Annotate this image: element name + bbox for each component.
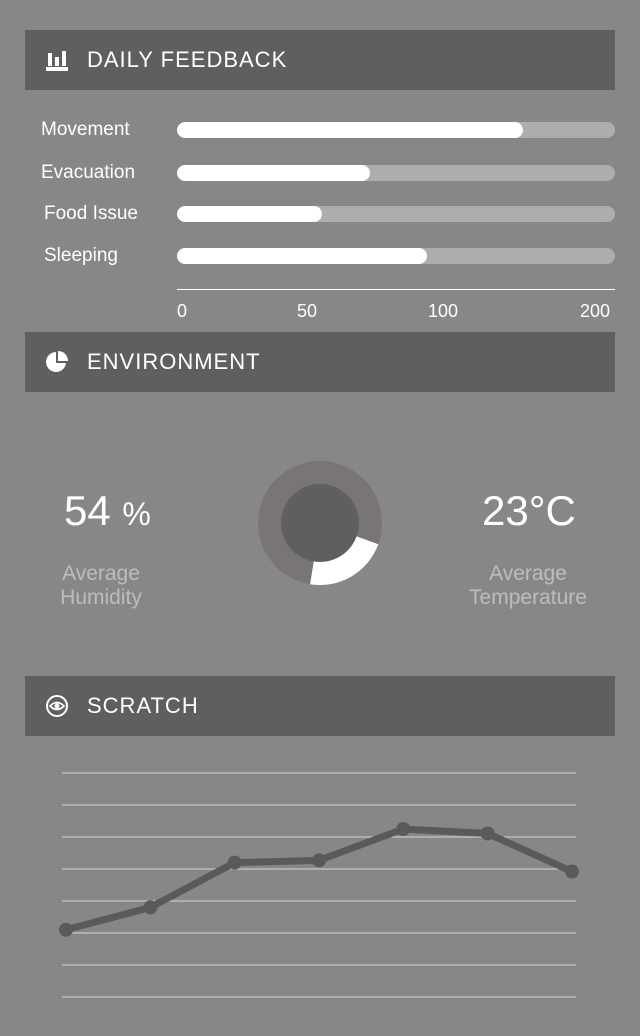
axis-tick-label: 0	[177, 301, 188, 321]
environment-header: ENVIRONMENT	[25, 332, 615, 392]
bar-fill	[177, 206, 322, 222]
humidity-unit: %	[122, 496, 151, 532]
data-point	[480, 826, 495, 841]
axis-tick-label: 50	[297, 301, 318, 321]
temperature-value: 23°C	[482, 487, 576, 534]
data-point	[227, 855, 242, 870]
feedback-row-food-issue: Food Issue	[0, 203, 640, 226]
humidity-value-group: 54 %	[64, 487, 151, 535]
data-point	[565, 864, 579, 879]
feedback-row-evacuation: Evacuation	[0, 162, 640, 185]
axis-tick-label: 100	[428, 301, 459, 321]
bar-chart-icon	[45, 48, 69, 72]
scratch-title: SCRATCH	[87, 693, 199, 718]
bar-label: Evacuation	[41, 162, 136, 183]
bar-fill	[177, 248, 427, 264]
bar-label: Food Issue	[44, 203, 138, 224]
bar-track	[177, 206, 615, 222]
data-point	[143, 900, 158, 915]
bar-track	[177, 122, 615, 138]
feedback-row-movement: Movement	[0, 119, 640, 142]
environment-title: ENVIRONMENT	[87, 349, 261, 374]
humidity-value: 54	[64, 487, 111, 534]
humidity-caption: Average Humidity	[60, 562, 142, 609]
daily-feedback-header: DAILY FEEDBACK	[25, 30, 615, 90]
environment-donut-chart	[258, 461, 382, 585]
eye-icon	[45, 694, 69, 718]
data-point	[59, 922, 73, 937]
data-point	[312, 853, 326, 868]
data-point	[396, 822, 411, 836]
feedback-axis-line	[177, 289, 615, 290]
bar-fill	[177, 122, 524, 138]
series-line	[62, 825, 576, 934]
pie-chart-icon	[45, 350, 69, 374]
feedback-row-sleeping: Sleeping	[0, 245, 640, 268]
bar-label: Movement	[41, 119, 130, 140]
scratch-line-chart	[59, 772, 579, 998]
bar-fill	[177, 165, 370, 181]
bar-track	[177, 165, 615, 181]
donut-center	[281, 484, 359, 562]
scratch-header: SCRATCH	[25, 676, 615, 736]
bar-track	[177, 248, 615, 264]
axis-tick-label: 200	[580, 301, 611, 321]
bar-label: Sleeping	[44, 245, 118, 266]
temperature-caption: Average Temperature	[469, 562, 587, 609]
daily-feedback-title: DAILY FEEDBACK	[87, 47, 288, 72]
